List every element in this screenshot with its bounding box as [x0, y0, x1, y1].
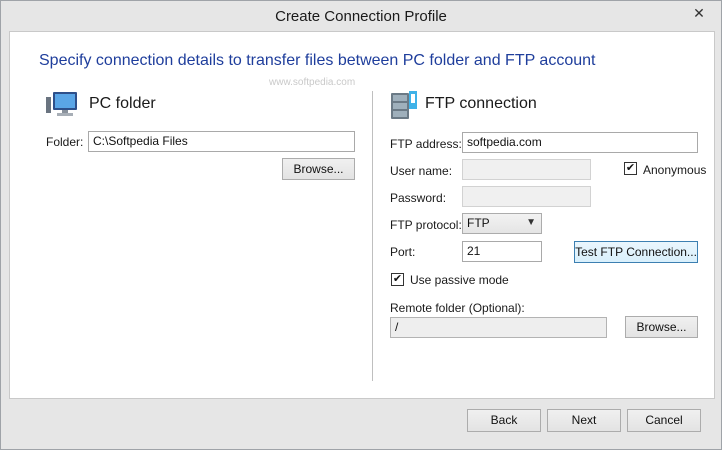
username-label: User name: [390, 164, 453, 178]
passive-mode-label: Use passive mode [410, 273, 509, 287]
dialog-window: Create Connection Profile ✕ Specify conn… [0, 0, 722, 450]
ftp-protocol-value: FTP [467, 216, 490, 230]
test-ftp-connection-button[interactable]: Test FTP Connection... [574, 241, 698, 263]
folder-label: Folder: [46, 135, 84, 149]
pc-folder-title: PC folder [89, 95, 156, 112]
ftp-protocol-label: FTP protocol: [390, 218, 462, 232]
ftp-browse-button[interactable]: Browse... [625, 316, 698, 338]
remote-folder-label: Remote folder (Optional): [390, 301, 525, 315]
username-input[interactable] [462, 159, 591, 180]
folder-input[interactable]: C:\Softpedia Files [88, 131, 355, 152]
password-input[interactable] [462, 186, 591, 207]
ftp-address-input[interactable]: softpedia.com [462, 132, 698, 153]
server-icon [391, 91, 417, 119]
pc-browse-button[interactable]: Browse... [282, 158, 355, 180]
chevron-down-icon: ▼ [526, 217, 536, 228]
anonymous-checkbox[interactable]: ✔ [624, 162, 637, 175]
close-button[interactable]: ✕ [684, 2, 714, 24]
section-divider [372, 91, 373, 381]
close-icon: ✕ [693, 4, 705, 21]
remote-folder-input[interactable]: / [390, 317, 607, 338]
port-label: Port: [390, 245, 416, 259]
page-heading: Specify connection details to transfer f… [39, 52, 596, 69]
password-label: Password: [390, 191, 447, 205]
anonymous-label: Anonymous [643, 163, 707, 177]
check-icon: ✔ [392, 273, 403, 285]
next-button[interactable]: Next [547, 409, 621, 432]
computer-icon [46, 92, 77, 116]
check-icon: ✔ [625, 162, 636, 174]
back-button[interactable]: Back [467, 409, 541, 432]
passive-mode-checkbox[interactable]: ✔ [391, 273, 404, 286]
watermark-text: www.softpedia.com [269, 77, 356, 88]
cancel-button[interactable]: Cancel [627, 409, 701, 432]
port-input[interactable]: 21 [462, 241, 542, 262]
window-title: Create Connection Profile [275, 8, 447, 25]
content-panel [9, 31, 715, 399]
ftp-protocol-select[interactable]: FTP ▼ [462, 213, 542, 234]
ftp-connection-title: FTP connection [425, 95, 537, 112]
title-bar: Create Connection Profile ✕ [1, 1, 721, 31]
ftp-address-label: FTP address: [390, 137, 462, 151]
